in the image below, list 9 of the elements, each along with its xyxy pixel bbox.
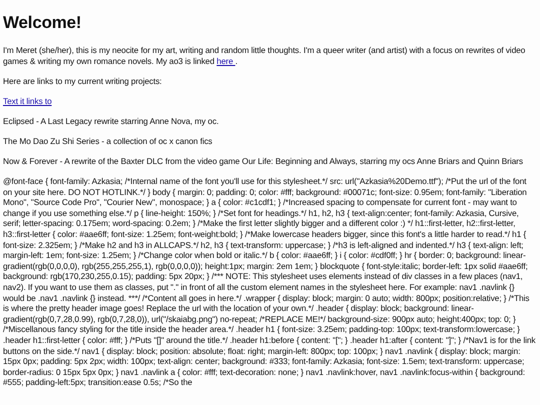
project-link[interactable]: Text it links to [3, 96, 52, 106]
project-description: Now & Forever - A rewrite of the Baxter DLC from the video game Our Life: Beginning and Always, starring my ocs Anne Briars and Quinn Briars [3, 156, 524, 167]
projects-intro: Here are links to my current writing projects: [3, 76, 163, 87]
stylesheet-text: @font-face { font-family: Azkasia; /*Internal name of the font you'll use for this stylesheet.*/ src: url("Azkasia%20Demo.ttf"); /*Put the url of the font on your site here. DO NOT HOTLINK.*/ } body { margin: 0; padding: 0; color: #fff; background: #00071c; font-size: 0.95em; font-family: "Liberation Mono", "Source Code Pro", "Courier New", monospace; } a { color: #c1cdf1; } /*Increased spacing to compensate for current font - may want to change if you use something else.*/ p { line-height: 150%; } /*Set font for headings.*/ h1, h2, h3 { text-align:center; font-family: Azkasia, Cursive, serif; letter-spacing: 0.175em; word-spacing: 0.2em; } /*Make the first letter slightly bigger and a different color :) */ h1::first-letter, h2::first-letter, h3::first-letter { color: #aae6ff; font-size: 1.25em; font-weight:bold; } /*Make lowercase headers bigger, since this font's a little harder to read.*/ h1 { font-size: 2.325em; } /*Make h2 and h3 in ALLCAPS.*/ h2, h3 { text-transform: uppercase; } /*h3 is left-aligned and indented.*/ h3 { text-align: left; margin-left: 1em; font-size: 1.25em; } /*Change color when bold or italic.*/ b { color: #aae6ff; } i { color: #cdf0ff; } hr { border: 0; background: linear-gradient(rgb(0,0,0,0), rgb(255,255,255,1), rgb(0,0,0,0)); height:1px; margin: 2em 1em; } blockquote { font-style:italic; border-left: 1px solid #aae6ff; background: rgb(170,230,255,0.15); padding: 5px 20px; } /*** NOTE: This stylesheet uses elements instead of div classes in a few places (nav1, nav2). If you want to use them as classes, put "." in front of all the custom element names in the stylesheet here. For example: nav1 .navlink {} would be .nav1 .navlink {} instead. ***/ /*Content all goes in here.*/ .wrapper { display: block; margin: 0 auto; width: 800px; position:relative; } /*This is where the pretty header image goes! Replace the url with the location of your own.*/ .header { display: block; background: linear-gradient(rgb(0,7,28,0.99), rgb(0,7,28,0)), url("/skaiabg.png") no-repeat; /*REPLACE ME!*/ background-size: 900px auto; height:400px; top: 0; } /*Miscellanous fancy styling for the title inside the header area.*/ .header h1 { font-size: 3.25em; padding-top: 100px; text-transform:lowercase; } .header h1::first-letter { color: #fff; } /*Puts "[]" around the title.*/ .header h1:before { content: "["; } .header h1:after { content: "]"; } /*Nav1 is for the link buttons on the side.*/ nav1 { display: block; position: absolute; float: right; margin-left: 800px; top: 100px; } nav1 .navlink { display: block; margin: 15px 0px; padding: 5px 2px; width: 100px; text-align: center; background: #333; font-family: Azkasia; font-size: 1.5em; text-transform: uppercase; border-radius: 0 15px 5px 0px; } nav1 .navlink a { color: #fff; text-decoration: none; } nav1 .navlink:hover, nav1 .navlink:focus-within { background: #555; padding-left:5px; transition:ease 0.5s; /*So the [3, 176, 536, 388]
project-description: Eclipsed - A Last Legacy rewrite starring Anne Nova, my oc. [3, 116, 220, 127]
page-heading: Welcome! [3, 13, 82, 33]
project-description: The Mo Dao Zu Shi Series - a collection of oc x canon fics [3, 136, 214, 147]
intro-paragraph: I'm Meret (she/her), this is my neocite for my art, writing and random little thoughts. I'm a queer writer (and artist) with a focus on rewrites of video games & writing my own romance novels. My ao3 is linked here . [3, 45, 526, 67]
ao3-link[interactable]: here [216, 56, 236, 66]
